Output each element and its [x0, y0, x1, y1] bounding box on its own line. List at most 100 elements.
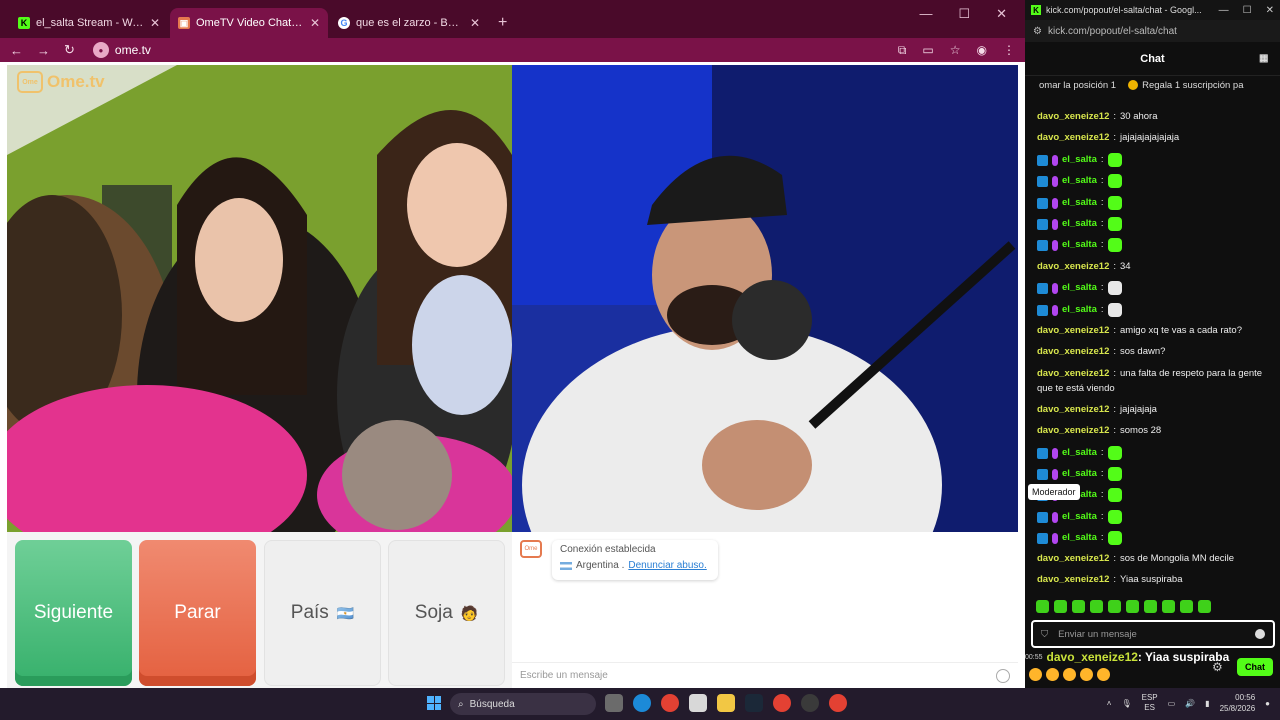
reload-icon[interactable]: ↻: [64, 42, 75, 58]
chrome-icon[interactable]: [661, 694, 679, 712]
next-button[interactable]: Siguiente: [15, 540, 132, 686]
menu-kebab-icon[interactable]: ⋮: [1003, 43, 1015, 58]
moderator-badge-icon: [1037, 304, 1048, 316]
laughing-emoji-icon: [1046, 668, 1059, 681]
country-button[interactable]: País 🇦🇷: [264, 540, 381, 686]
emote-icon[interactable]: [1054, 600, 1067, 613]
file-explorer-icon[interactable]: [717, 694, 735, 712]
chat-input[interactable]: ⛉ Enviar un mensaje: [1031, 620, 1275, 648]
steam-icon[interactable]: [745, 694, 763, 712]
gender-button[interactable]: Soja 🧑: [388, 540, 505, 686]
emote-icon[interactable]: [1108, 600, 1121, 613]
emoji-icon[interactable]: [1255, 629, 1265, 639]
ometv-icon: ▣: [178, 17, 190, 29]
emote-icon[interactable]: [1126, 600, 1139, 613]
chevron-up-icon[interactable]: ˄: [1107, 699, 1112, 708]
address-bar[interactable]: ● ome.tv: [92, 42, 151, 58]
obs-icon[interactable]: [801, 694, 819, 712]
kick-window-titlebar: K kick.com/popout/el-salta/chat - Googl.…: [1025, 0, 1280, 20]
close-window-icon[interactable]: ✕: [996, 6, 1007, 22]
emote-icon: [1107, 153, 1122, 167]
emoji-icon[interactable]: [996, 668, 1010, 683]
ometv-logo: Ome Ome.tv: [17, 71, 105, 93]
tab-kick[interactable]: K el_salta Stream - Watch Live on Kick ✕: [10, 8, 168, 38]
cast-icon[interactable]: ▭: [922, 43, 933, 58]
moderator-badge-icon: [1037, 175, 1048, 187]
volume-icon[interactable]: 🔊: [1185, 699, 1195, 708]
report-abuse-link[interactable]: Denunciar abuso.: [628, 560, 706, 571]
chat-send-button[interactable]: Chat: [1237, 658, 1273, 676]
emote-icon[interactable]: [1072, 600, 1085, 613]
message-input[interactable]: Escribe un mensaje: [512, 662, 1018, 688]
close-icon[interactable]: ✕: [470, 16, 480, 30]
close-window-icon[interactable]: ✕: [1266, 5, 1274, 16]
self-video: [512, 65, 1018, 532]
emote-icon[interactable]: [1090, 600, 1103, 613]
moderator-badge-icon: [1037, 218, 1048, 230]
moderator-badge-icon: [1037, 154, 1048, 166]
new-tab-button[interactable]: +: [490, 8, 515, 38]
settings-gear-icon[interactable]: ⚙: [1212, 660, 1226, 674]
stop-button[interactable]: Parar: [139, 540, 256, 686]
moderator-badge-icon: [1037, 511, 1048, 523]
chat-message: davo_xeneize12:34: [1037, 261, 1131, 272]
emote-icon[interactable]: [1144, 600, 1157, 613]
minimize-icon[interactable]: —: [1219, 5, 1229, 16]
minimize-icon[interactable]: —: [919, 6, 932, 22]
chat-message: el_salta:: [1037, 303, 1269, 317]
clock[interactable]: 00:56 25/8/2026: [1220, 692, 1256, 714]
close-icon[interactable]: ✕: [310, 16, 320, 30]
taskbar-search[interactable]: ⌕ Búsqueda: [450, 693, 596, 715]
site-info-icon[interactable]: ●: [92, 42, 109, 58]
edge-icon[interactable]: [633, 694, 651, 712]
system-message: Conexión establecida Argentina . Denunci…: [552, 540, 718, 580]
tab-google[interactable]: G que es el zarzo - Buscar con Google ✕: [330, 8, 488, 38]
emote-icon[interactable]: [1198, 600, 1211, 613]
chrome-icon[interactable]: [773, 694, 791, 712]
bookmark-star-icon[interactable]: ☆: [950, 43, 961, 58]
windows-start-icon[interactable]: [427, 696, 441, 710]
profile-icon[interactable]: ◉: [977, 43, 987, 58]
tab-title: el_salta Stream - Watch Live on Kick: [36, 17, 144, 29]
mic-badge-icon: [1052, 218, 1058, 230]
emote-icon: [1107, 217, 1122, 231]
kick-address-bar[interactable]: ⚙ kick.com/popout/el-salta/chat: [1025, 20, 1280, 42]
laughing-emoji-icon: [1097, 668, 1110, 681]
chrome-icon[interactable]: [829, 694, 847, 712]
maximize-icon[interactable]: ☐: [958, 6, 970, 22]
moderator-tooltip: Moderador: [1028, 484, 1080, 500]
chat-message: el_salta:: [1037, 446, 1269, 460]
tab-ometv[interactable]: ▣ OmeTV Video Chat — Alternative ✕: [170, 8, 328, 38]
battery-icon[interactable]: ▮: [1205, 699, 1209, 708]
emote-icon[interactable]: [1036, 600, 1049, 613]
store-icon[interactable]: [689, 694, 707, 712]
maximize-icon[interactable]: ☐: [1243, 5, 1252, 16]
site-settings-icon[interactable]: ⚙: [1033, 26, 1042, 37]
moderator-badge-icon: [1037, 447, 1048, 459]
language-indicator[interactable]: ESP ES: [1142, 693, 1158, 713]
close-icon[interactable]: ✕: [150, 16, 160, 30]
grid-icon[interactable]: ▦: [1259, 53, 1270, 64]
person-icon: 🧑: [460, 604, 479, 621]
chat-message: el_salta:: [1037, 531, 1269, 545]
search-icon: ⌕: [458, 698, 464, 710]
back-icon[interactable]: ←: [10, 43, 23, 58]
translate-icon[interactable]: ⧉: [898, 43, 907, 58]
kick-chat-window: K kick.com/popout/el-salta/chat - Googl.…: [1025, 0, 1280, 688]
desktop: K el_salta Stream - Watch Live on Kick ✕…: [0, 0, 1280, 720]
emote-icon[interactable]: [1180, 600, 1193, 613]
chat-message: el_salta:: [1037, 238, 1269, 252]
forward-icon[interactable]: →: [37, 43, 50, 58]
emote-icon: [1107, 303, 1122, 317]
browser-window: K el_salta Stream - Watch Live on Kick ✕…: [0, 0, 1025, 688]
task-view-icon[interactable]: [605, 694, 623, 712]
emote-icon[interactable]: [1162, 600, 1175, 613]
chat-message: el_salta:: [1037, 217, 1269, 231]
mic-badge-icon: [1052, 468, 1058, 480]
mic-icon[interactable]: 🎙: [1121, 699, 1131, 708]
emote-icon: [1107, 174, 1122, 188]
chat-message: el_salta:: [1037, 281, 1269, 295]
network-icon[interactable]: ▭: [1168, 699, 1176, 708]
notification-icon[interactable]: ●: [1265, 699, 1270, 708]
moderator-badge-icon: [1037, 239, 1048, 251]
